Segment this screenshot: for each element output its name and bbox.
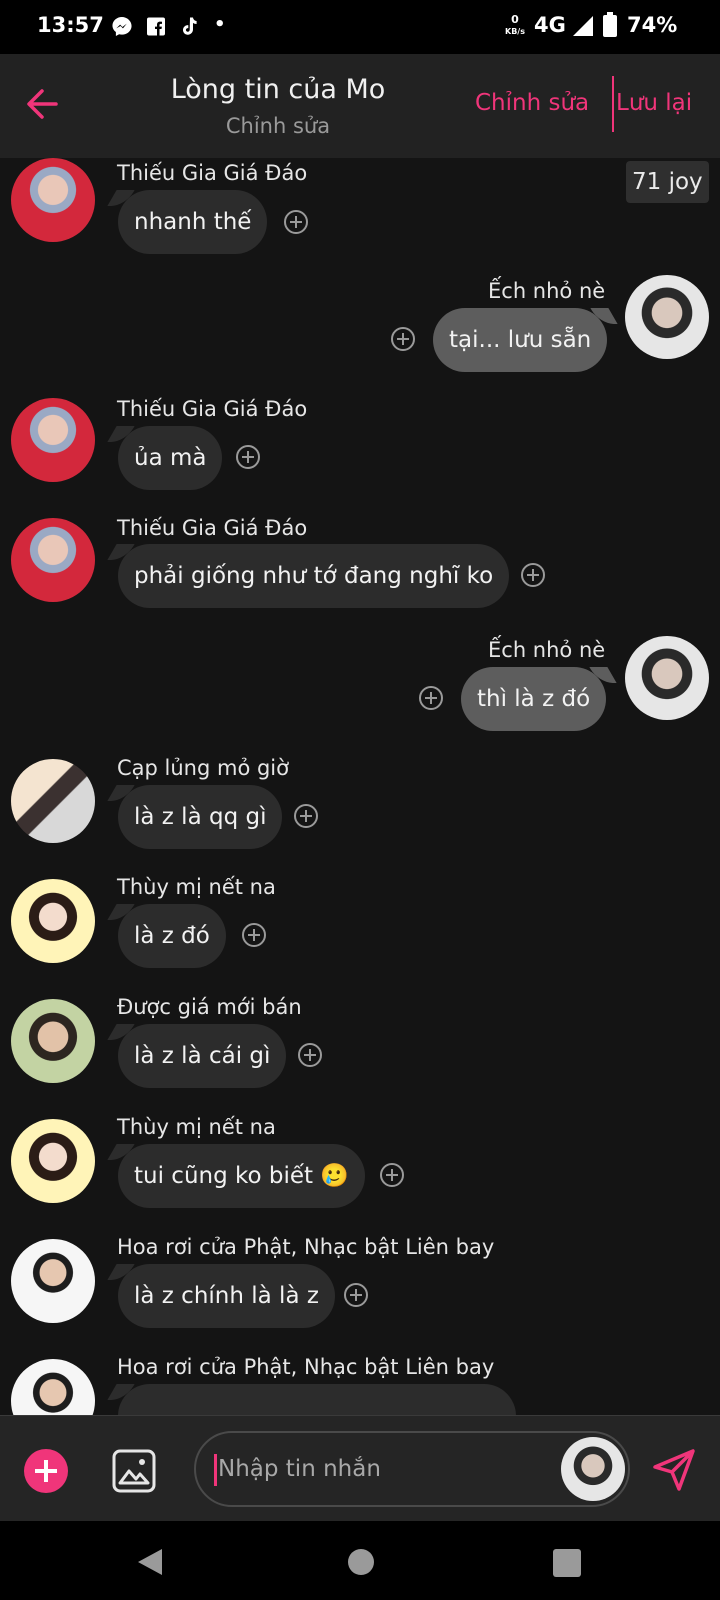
sender-name: Thiếu Gia Giá Đáo xyxy=(117,516,308,540)
chat-header: Lòng tin của Mo Chỉnh sửa Chỉnh sửa Lưu … xyxy=(0,54,720,158)
data-speed-unit: KB/s xyxy=(505,27,525,36)
avatar[interactable] xyxy=(11,1359,95,1415)
sender-name: Ếch nhỏ nè xyxy=(488,638,606,662)
header-divider xyxy=(612,76,614,132)
send-icon[interactable] xyxy=(651,1447,697,1493)
data-speed: 0 KB/s xyxy=(503,14,527,37)
notification-dot: • xyxy=(214,14,226,35)
text-caret xyxy=(214,1454,217,1486)
sender-name: Thiếu Gia Giá Đáo xyxy=(117,161,308,185)
message-bubble[interactable]: là z là cái gì xyxy=(118,1024,287,1088)
avatar[interactable] xyxy=(11,879,95,963)
avatar[interactable] xyxy=(11,1119,95,1203)
avatar[interactable] xyxy=(625,636,709,720)
add-reaction-icon[interactable] xyxy=(521,563,545,587)
sender-name: Hoa rơi cửa Phật, Nhạc bật Liên bay xyxy=(117,1235,495,1259)
add-reaction-icon[interactable] xyxy=(284,210,308,234)
add-reaction-icon[interactable] xyxy=(298,1043,322,1067)
sender-name: Thiếu Gia Giá Đáo xyxy=(117,397,308,421)
sender-name: Cạp lủng mỏ giờ xyxy=(117,756,289,780)
save-button[interactable]: Lưu lại xyxy=(616,90,692,116)
add-reaction-icon[interactable] xyxy=(419,686,443,710)
message-bubble[interactable]: là z là qq gì xyxy=(118,785,283,849)
add-icon[interactable] xyxy=(24,1449,68,1493)
battery-icon xyxy=(603,12,617,37)
message-bubble[interactable]: ủa mà xyxy=(118,426,223,490)
add-reaction-icon[interactable] xyxy=(391,327,415,351)
avatar[interactable] xyxy=(11,759,95,843)
message-bubble[interactable]: là z chính là là z xyxy=(118,1264,335,1328)
status-time: 13:57 xyxy=(37,13,104,37)
message-input[interactable] xyxy=(218,1433,538,1505)
message-bubble[interactable]: là z đó xyxy=(118,904,226,968)
sender-name: Hoa rơi cửa Phật, Nhạc bật Liên bay xyxy=(117,1355,495,1379)
message-bubble[interactable]: phải giống như tớ đang nghĩ ko xyxy=(118,544,510,608)
edit-button[interactable]: Chỉnh sửa xyxy=(475,90,589,116)
image-icon[interactable] xyxy=(112,1449,156,1493)
add-reaction-icon[interactable] xyxy=(380,1163,404,1187)
sender-name: Thùy mị nết na xyxy=(117,875,276,899)
avatar[interactable] xyxy=(11,398,95,482)
data-speed-value: 0 xyxy=(511,13,519,26)
avatar[interactable] xyxy=(11,158,95,242)
message-bubble[interactable]: thì là z đó xyxy=(461,667,607,731)
avatar[interactable] xyxy=(625,275,709,359)
back-arrow-icon[interactable] xyxy=(22,84,62,124)
avatar[interactable] xyxy=(11,1239,95,1323)
add-reaction-icon[interactable] xyxy=(236,445,260,469)
message-composer xyxy=(0,1415,720,1521)
page-subtitle: Chỉnh sửa xyxy=(225,114,331,138)
message-list[interactable]: 71 joy Thiếu Gia Giá Đáo nhanh thế Ếch n… xyxy=(0,158,720,1415)
facebook-icon xyxy=(147,17,165,36)
joy-badge: 71 joy xyxy=(626,161,709,203)
system-nav-bar xyxy=(0,1521,720,1600)
sender-name: Được giá mới bán xyxy=(117,995,302,1019)
add-reaction-icon[interactable] xyxy=(242,923,266,947)
avatar[interactable] xyxy=(11,518,95,602)
message-input-wrapper xyxy=(194,1431,630,1507)
add-reaction-icon[interactable] xyxy=(344,1283,368,1307)
messenger-icon xyxy=(112,16,132,37)
add-reaction-icon[interactable] xyxy=(294,804,318,828)
nav-home-icon[interactable] xyxy=(348,1549,374,1575)
nav-back-icon[interactable] xyxy=(136,1547,164,1577)
avatar[interactable] xyxy=(11,999,95,1083)
message-bubble[interactable]: tại... lưu sẵn xyxy=(433,308,608,372)
tiktok-icon xyxy=(182,17,197,35)
network-type: 4G xyxy=(534,13,566,37)
signal-icon xyxy=(573,16,593,36)
sender-name: Ếch nhỏ nè xyxy=(488,279,606,303)
persona-avatar[interactable] xyxy=(561,1437,625,1501)
status-bar: 13:57 • 0 KB/s 4G 74% xyxy=(0,0,720,54)
message-bubble[interactable]: nhanh thế xyxy=(118,190,268,254)
page-title: Lòng tin của Mo xyxy=(170,74,386,105)
nav-recents-icon[interactable] xyxy=(553,1549,581,1577)
sender-name: Thùy mị nết na xyxy=(117,1115,276,1139)
message-bubble[interactable]: tui cũng ko biết 🥲 xyxy=(118,1144,365,1208)
message-bubble[interactable] xyxy=(118,1384,516,1415)
battery-level: 74% xyxy=(627,13,678,37)
